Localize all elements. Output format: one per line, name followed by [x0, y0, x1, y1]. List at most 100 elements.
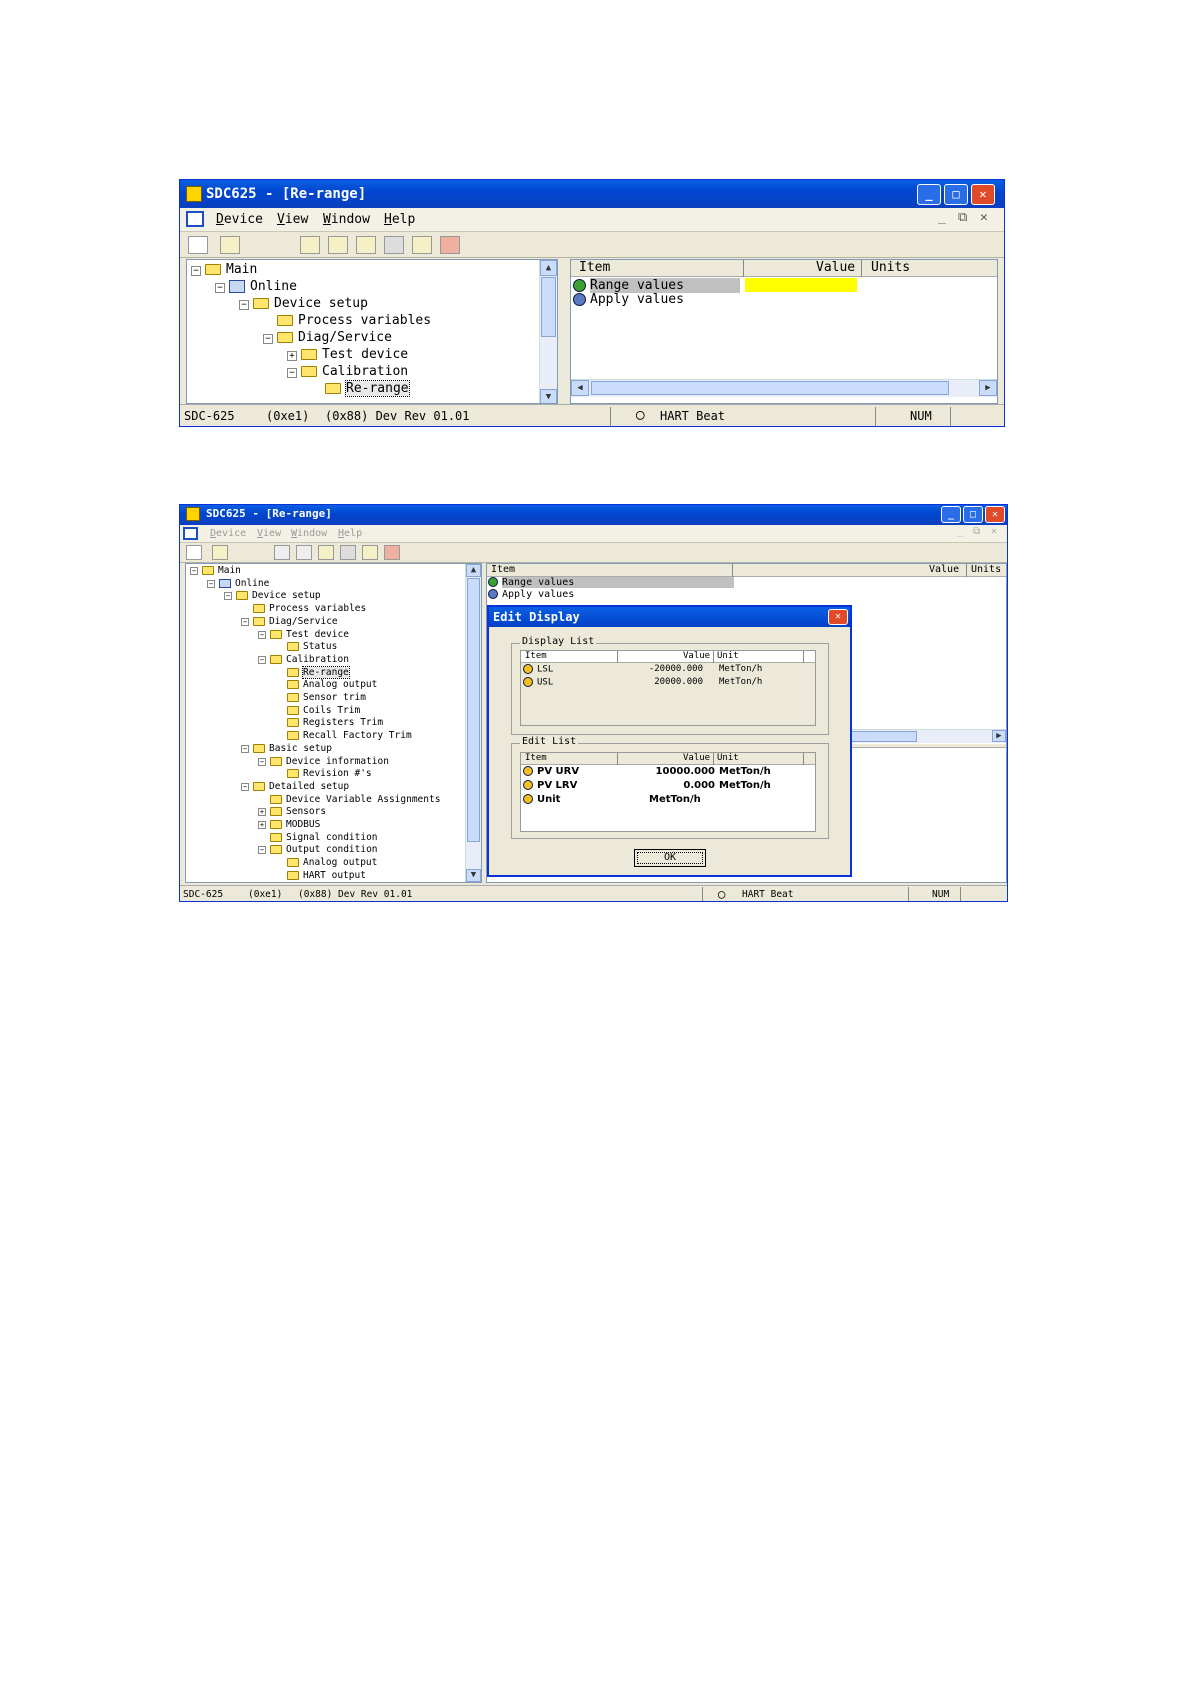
tree-node[interactable]: Diag/Service	[253, 616, 338, 627]
menu-view[interactable]: View	[257, 528, 281, 539]
tool-icon-1[interactable]	[274, 545, 290, 560]
column-unit[interactable]: Unit	[717, 753, 739, 763]
new-icon[interactable]	[186, 545, 202, 560]
tree-node[interactable]: Registers Trim	[287, 717, 383, 728]
minimize-button[interactable]: _	[941, 506, 961, 523]
menu-window[interactable]: Window	[323, 212, 370, 227]
tree-node-selected[interactable]: Re-range	[287, 665, 350, 679]
expand-icon[interactable]: +	[287, 351, 297, 361]
tree-node[interactable]: Device setup	[236, 590, 321, 601]
column-value[interactable]: Value	[683, 753, 710, 763]
tree-node[interactable]: Coils Trim	[287, 705, 360, 716]
tree-node[interactable]: Main	[202, 565, 241, 576]
ok-button[interactable]: OK	[634, 849, 706, 867]
column-value[interactable]: Value	[683, 651, 710, 661]
collapse-icon[interactable]: −	[224, 592, 232, 601]
mdi-minimize-icon[interactable]: _	[938, 210, 946, 225]
collapse-icon[interactable]: −	[258, 846, 266, 855]
scroll-up-icon[interactable]: ▲	[540, 260, 557, 276]
collapse-icon[interactable]: −	[263, 334, 273, 344]
tool-icon-3[interactable]	[356, 236, 376, 254]
mdi-restore-icon[interactable]: ⧉	[958, 210, 967, 225]
menu-window[interactable]: Window	[291, 528, 327, 539]
tree-node[interactable]: Signal condition	[270, 832, 378, 843]
tree-node[interactable]: Diag/Service	[277, 330, 392, 345]
column-item[interactable]: Item	[525, 753, 547, 763]
tool-icon-3[interactable]	[318, 545, 334, 560]
maximize-button[interactable]: □	[963, 506, 983, 523]
tree-node[interactable]: Sensor trim	[287, 692, 366, 703]
scroll-thumb[interactable]	[541, 277, 556, 337]
tree-node[interactable]: Device Variable Assignments	[270, 794, 440, 805]
column-unit[interactable]: Unit	[717, 651, 739, 661]
list-item[interactable]: Apply values	[488, 589, 574, 600]
tree-scrollbar[interactable]: ▲ ▼	[465, 564, 481, 882]
collapse-icon[interactable]: −	[241, 617, 249, 626]
expand-icon[interactable]: +	[258, 821, 266, 829]
close-button[interactable]: ✕	[971, 184, 995, 205]
collapse-icon[interactable]: −	[241, 782, 249, 791]
tree-node[interactable]: Process variables	[253, 603, 366, 614]
tree-scrollbar[interactable]: ▲ ▼	[539, 260, 557, 403]
expand-icon[interactable]: +	[258, 808, 266, 817]
tree-node[interactable]: Test device	[301, 347, 408, 362]
scroll-down-icon[interactable]: ▼	[540, 389, 557, 403]
mdi-restore-icon[interactable]: ⧉	[973, 526, 980, 537]
tool-icon-1[interactable]	[300, 236, 320, 254]
collapse-icon[interactable]: −	[190, 567, 198, 575]
collapse-icon[interactable]: −	[287, 368, 297, 378]
tree-node[interactable]: Basic setup	[253, 743, 332, 754]
mdi-minimize-icon[interactable]: _	[957, 526, 963, 537]
list-item[interactable]: Range values	[573, 278, 740, 293]
scroll-right-icon[interactable]: ▶	[992, 730, 1006, 742]
column-item[interactable]: Item	[491, 564, 515, 575]
menu-device[interactable]: Device	[210, 528, 246, 539]
close-button[interactable]: ✕	[985, 506, 1005, 523]
tree-node[interactable]: Sensors	[270, 806, 326, 817]
tree-node-selected[interactable]: Re-range	[325, 380, 410, 397]
column-units[interactable]: Units	[871, 260, 910, 275]
collapse-icon[interactable]: −	[191, 266, 201, 276]
title-bar[interactable]: SDC625 - [Re-range] _ □ ✕	[180, 505, 1007, 525]
scroll-thumb[interactable]	[591, 381, 949, 395]
dialog-close-button[interactable]: ✕	[828, 609, 848, 625]
list-item[interactable]: Unit MetTon/h	[523, 794, 813, 805]
menu-help[interactable]: Help	[384, 212, 415, 227]
collapse-icon[interactable]: −	[258, 757, 266, 766]
list-item[interactable]: Range values	[488, 577, 735, 588]
column-units[interactable]: Units	[971, 564, 1001, 575]
tool-icon-4[interactable]	[384, 236, 404, 254]
scroll-right-icon[interactable]: ▶	[979, 380, 997, 396]
connect-icon[interactable]	[212, 545, 228, 560]
tree-node[interactable]: Main	[205, 262, 257, 277]
tree-node[interactable]: Analog output	[287, 857, 377, 868]
tree-node[interactable]: Calibration	[301, 364, 408, 379]
column-value[interactable]: Value	[929, 564, 959, 575]
list-item[interactable]: PV URV 10000.000 MetTon/h	[523, 766, 813, 777]
scroll-left-icon[interactable]: ◀	[571, 380, 589, 396]
tree-node[interactable]: Device information	[270, 756, 389, 767]
scroll-up-icon[interactable]: ▲	[466, 564, 481, 577]
new-icon[interactable]	[188, 236, 208, 254]
collapse-icon[interactable]: −	[258, 655, 266, 664]
stop-icon[interactable]	[384, 545, 400, 560]
tree-node[interactable]: Calibration	[270, 654, 349, 665]
scroll-down-icon[interactable]: ▼	[466, 869, 481, 882]
tree-node[interactable]: HART output	[287, 870, 366, 881]
stop-icon[interactable]	[440, 236, 460, 254]
tool-icon-4[interactable]	[340, 545, 356, 560]
collapse-icon[interactable]: −	[239, 300, 249, 310]
tree-node[interactable]: Detailed setup	[253, 781, 349, 792]
list-item[interactable]: USL 20000.000 MetTon/h	[523, 677, 813, 688]
tree-node[interactable]: Status	[287, 641, 337, 652]
mdi-close-icon[interactable]: ✕	[991, 526, 997, 537]
list-item[interactable]: Apply values	[573, 292, 684, 307]
tree-node[interactable]: Online	[229, 279, 297, 294]
collapse-icon[interactable]: −	[241, 744, 249, 753]
dialog-title[interactable]: Edit Display	[489, 607, 850, 627]
column-item[interactable]: Item	[525, 651, 547, 661]
collapse-icon[interactable]: −	[258, 630, 266, 639]
tool-icon-2[interactable]	[296, 545, 312, 560]
column-item[interactable]: Item	[579, 260, 610, 275]
tool-icon-5[interactable]	[362, 545, 378, 560]
